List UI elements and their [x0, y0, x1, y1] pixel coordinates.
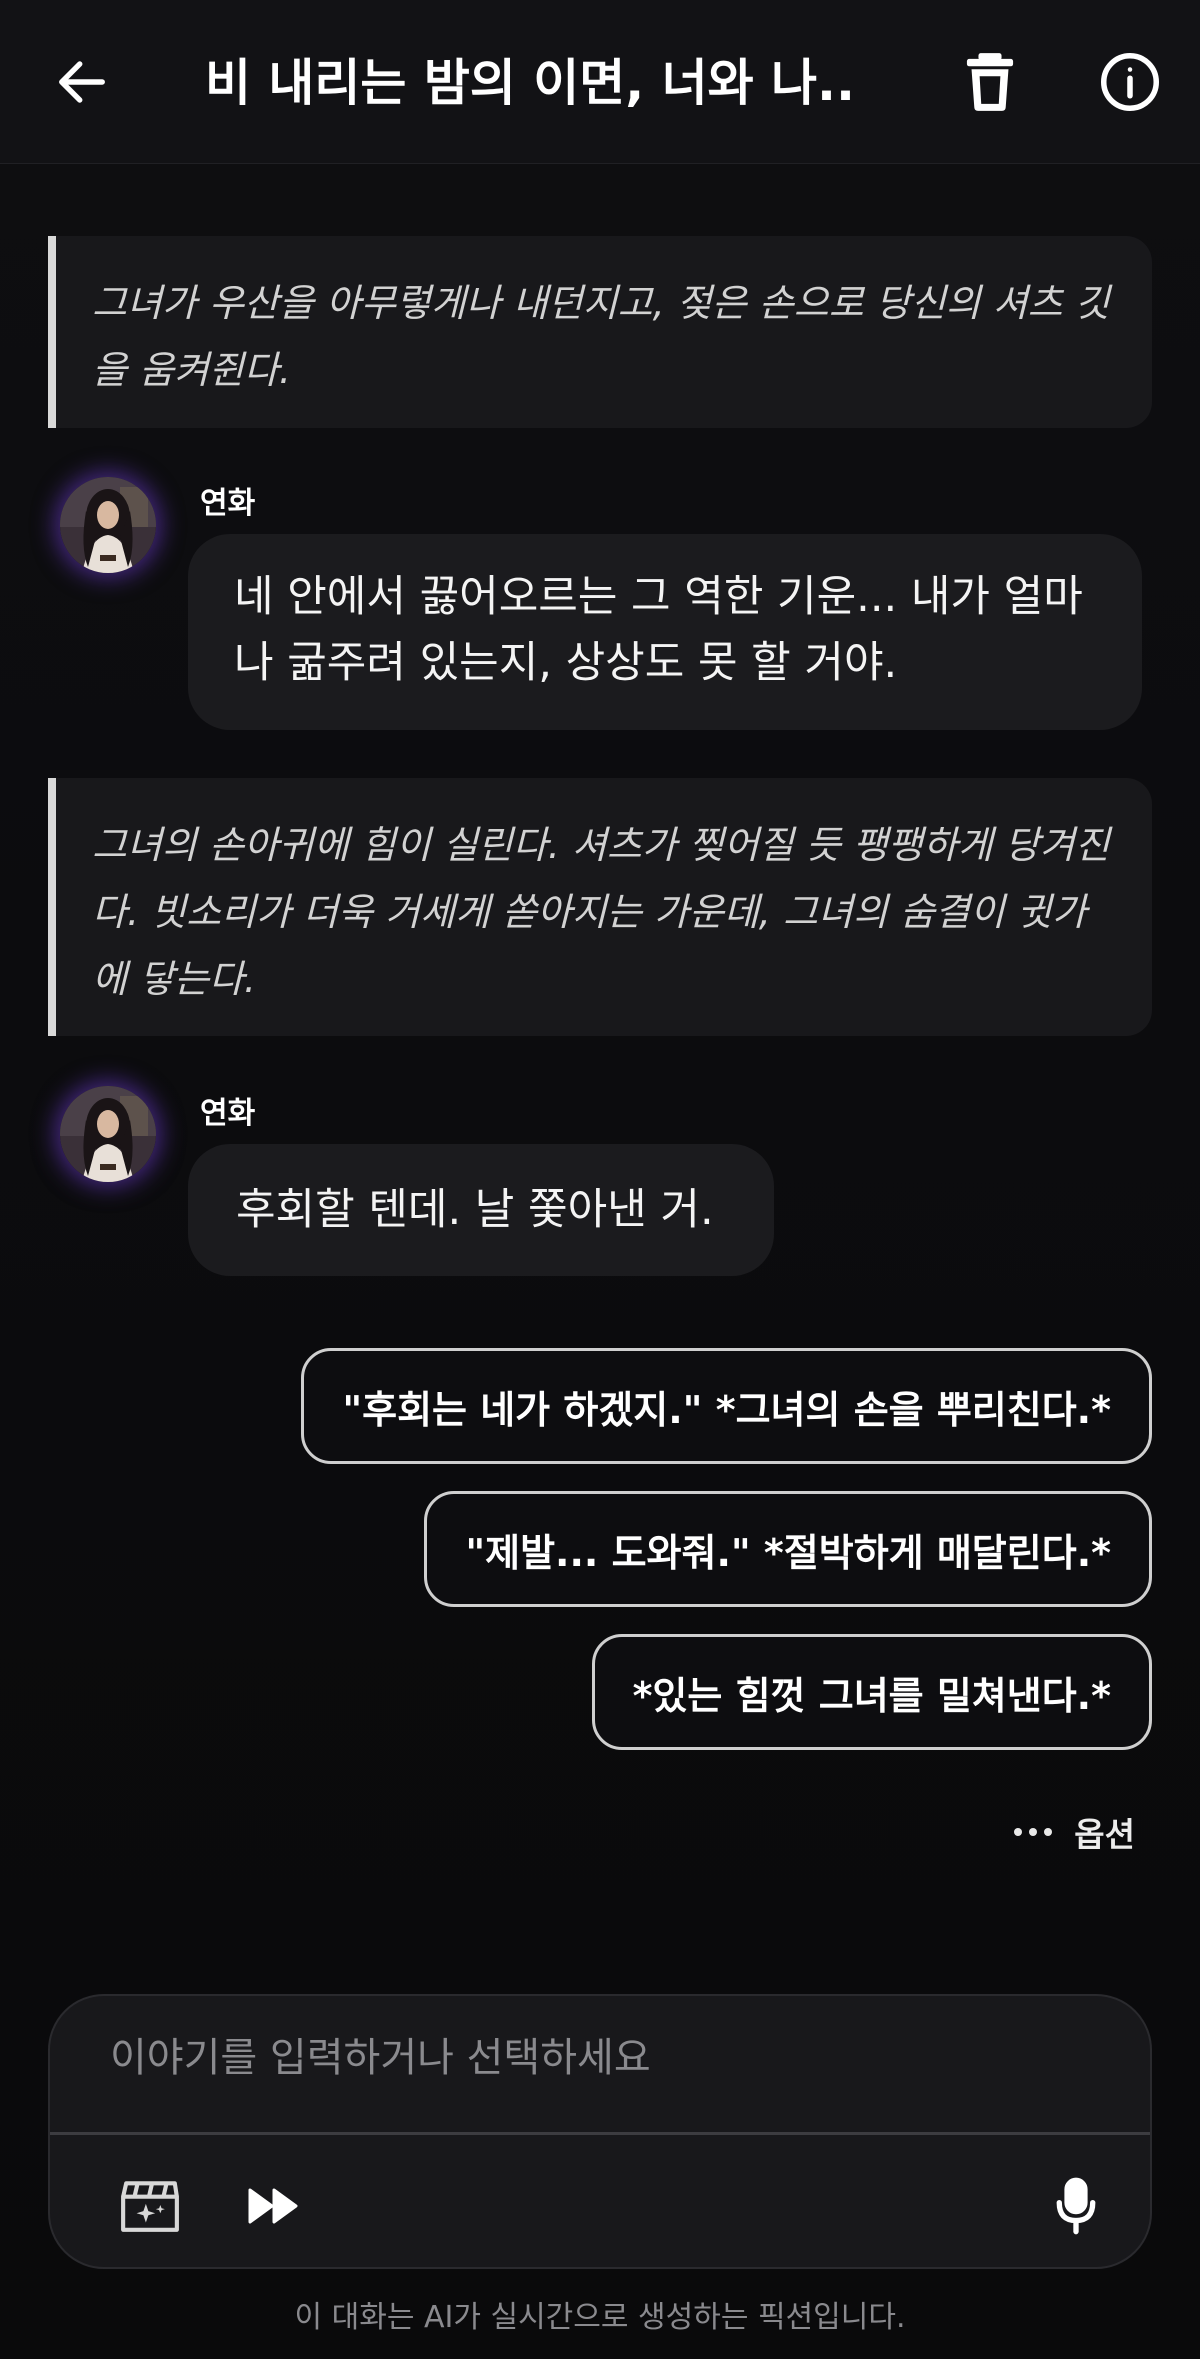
microphone-button[interactable]: [1038, 2168, 1114, 2244]
info-icon: [1101, 53, 1159, 111]
chat-screen: 비 내리는 밤의 이면, 너와 나... 그녀가 우산을 아무렇게나 내던지고,…: [0, 0, 1200, 2359]
options-label: 옵션: [1074, 1815, 1135, 1854]
narration-block: 그녀의 손아귀에 힘이 실린다. 셔츠가 찢어질 듯 팽팽하게 당겨진다. 빗소…: [48, 778, 1152, 1036]
message-composer: [48, 1994, 1152, 2269]
top-bar: 비 내리는 밤의 이면, 너와 나...: [0, 0, 1200, 164]
character-message-bubble: 후회할 텐데. 날 쫓아낸 거.: [188, 1144, 774, 1276]
speaker-name: 연화: [200, 1096, 256, 1131]
microphone-icon: [1056, 2177, 1096, 2235]
arrow-left-icon: [59, 61, 105, 103]
page-title: 비 내리는 밤의 이면, 너와 나...: [205, 54, 855, 112]
scene-button[interactable]: [112, 2168, 188, 2244]
info-button[interactable]: [1090, 42, 1170, 122]
divider: [50, 2132, 1150, 2135]
choice-option[interactable]: "후회는 네가 하겠지." *그녀의 손을 뿌리친다.*: [301, 1348, 1152, 1464]
delete-button[interactable]: [950, 42, 1030, 122]
more-dots-icon: [1014, 1828, 1053, 1836]
options-button[interactable]: 옵션: [1014, 1808, 1135, 1856]
choice-option[interactable]: *있는 힘껏 그녀를 밀쳐낸다.*: [591, 1634, 1152, 1750]
story-input[interactable]: [108, 2022, 1092, 2094]
trash-icon: [966, 53, 1014, 111]
back-button[interactable]: [42, 42, 122, 122]
character-message-bubble: 네 안에서 끓어오르는 그 역한 기운... 내가 얼마나 굶주려 있는지, 상…: [188, 534, 1142, 730]
clapperboard-sparkle-icon: [121, 2181, 179, 2232]
narration-block: 그녀가 우산을 아무렇게나 내던지고, 젖은 손으로 당신의 셔츠 깃을 움켜쥔…: [48, 236, 1152, 428]
skip-button[interactable]: [236, 2168, 312, 2244]
character-avatar[interactable]: [60, 1086, 156, 1182]
speaker-name: 연화: [200, 486, 256, 521]
fast-forward-icon: [248, 2188, 298, 2224]
character-avatar[interactable]: [60, 477, 156, 573]
choice-option[interactable]: "제발... 도와줘." *절박하게 매달린다.*: [424, 1491, 1152, 1607]
ai-disclaimer: 이 대화는 AI가 실시간으로 생성하는 픽션입니다.: [294, 2300, 906, 2335]
